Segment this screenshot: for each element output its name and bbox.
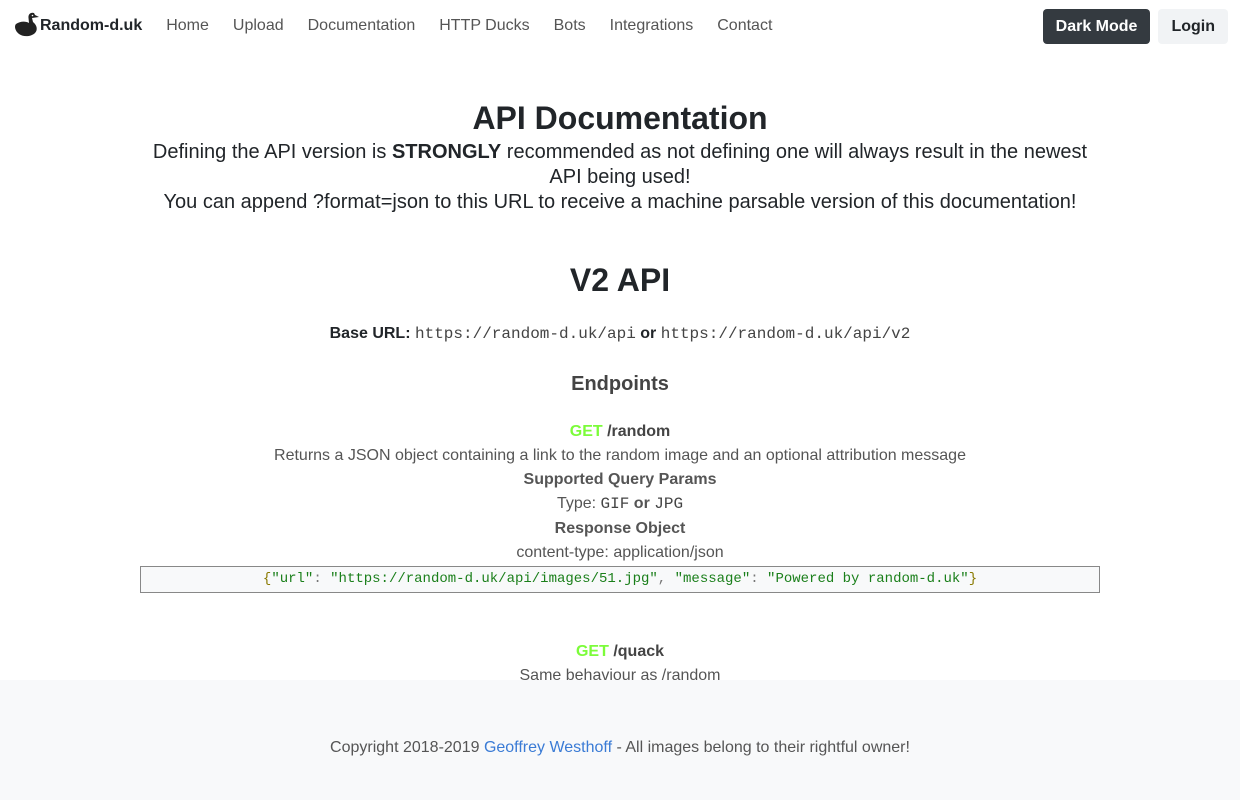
endpoints-title: Endpoints	[571, 373, 669, 395]
base-url-label: Base URL:	[329, 325, 411, 342]
response-object-title: Response Object	[554, 520, 686, 537]
query-params-title: Supported Query Params	[523, 471, 717, 488]
endpoint-path: /random	[607, 423, 671, 440]
dark-mode-button[interactable]: Dark Mode	[1042, 8, 1151, 44]
intro-line-2: You can append ?format=json to this URL …	[163, 191, 1077, 213]
json-colon-2: :	[750, 571, 768, 587]
footer: Copyright 2018-2019 Geoffrey Westhoff - …	[0, 680, 1240, 800]
json-response-example: {"url": "https://random-d.uk/api/images/…	[140, 566, 1100, 593]
nav-link-contact[interactable]: Contact	[705, 17, 784, 35]
nav-link-integrations[interactable]: Integrations	[598, 17, 706, 35]
nav-link-http-ducks[interactable]: HTTP Ducks	[427, 17, 541, 35]
method-get-badge: GET	[569, 423, 603, 440]
type-jpg: JPG	[654, 495, 684, 513]
nav-link-home[interactable]: Home	[154, 17, 221, 35]
base-url-1: https://random-d.uk/api	[414, 325, 636, 343]
duck-logo-icon	[12, 9, 40, 44]
json-val-message: "Powered by random-d.uk"	[767, 571, 969, 587]
brand-link[interactable]: Random-d.uk	[12, 9, 142, 44]
footer-author-link[interactable]: Geoffrey Westhoff	[484, 739, 612, 756]
top-navbar: Random-d.uk Home Upload Documentation HT…	[0, 0, 1240, 52]
type-or: or	[633, 495, 650, 512]
json-key-message: "message"	[674, 571, 751, 587]
intro-pre: Defining the API version is	[152, 141, 387, 163]
type-gif: GIF	[600, 495, 630, 513]
endpoint-random-heading: GET /random	[0, 423, 1240, 441]
intro-text: Defining the API version is STRONGLY rec…	[150, 140, 1090, 215]
intro-line-1: Defining the API version is STRONGLY rec…	[150, 140, 1090, 190]
json-key-url: "url"	[271, 571, 314, 587]
nav-actions: Dark Mode Login	[1042, 8, 1228, 44]
json-comma: ,	[657, 571, 675, 587]
endpoint-path: /quack	[613, 643, 665, 660]
intro-post: recommended as not defining one will alw…	[506, 141, 1088, 188]
footer-suffix: - All images belong to their rightful ow…	[616, 739, 910, 756]
base-url-or: or	[640, 325, 657, 342]
base-url-2: https://random-d.uk/api/v2	[660, 325, 911, 343]
endpoint-quack-heading: GET /quack	[0, 643, 1240, 661]
nav-links: Home Upload Documentation HTTP Ducks Bot…	[154, 17, 784, 35]
type-label: Type:	[556, 495, 597, 512]
json-colon: :	[313, 571, 331, 587]
content-type-line: content-type: application/json	[516, 544, 724, 561]
json-brace-close: }	[968, 571, 978, 587]
method-get-badge: GET	[575, 643, 609, 660]
v2-api-title: V2 API	[569, 262, 671, 298]
intro-strong: STRONGLY	[391, 141, 502, 163]
login-button[interactable]: Login	[1158, 8, 1228, 44]
nav-link-upload[interactable]: Upload	[221, 17, 296, 35]
footer-text: Copyright 2018-2019 Geoffrey Westhoff - …	[0, 739, 1240, 757]
nav-link-bots[interactable]: Bots	[542, 17, 598, 35]
endpoint-random-description: Returns a JSON object containing a link …	[274, 447, 966, 464]
nav-link-documentation[interactable]: Documentation	[296, 17, 428, 35]
type-param-line: Type: GIF or JPG	[0, 495, 1240, 513]
base-url-line: Base URL: https://random-d.uk/api or htt…	[0, 325, 1240, 343]
footer-copyright: Copyright 2018-2019	[330, 739, 480, 756]
page-title: API Documentation	[472, 100, 768, 136]
brand-name: Random-d.uk	[40, 17, 143, 34]
json-val-url: "https://random-d.uk/api/images/51.jpg"	[330, 571, 658, 587]
